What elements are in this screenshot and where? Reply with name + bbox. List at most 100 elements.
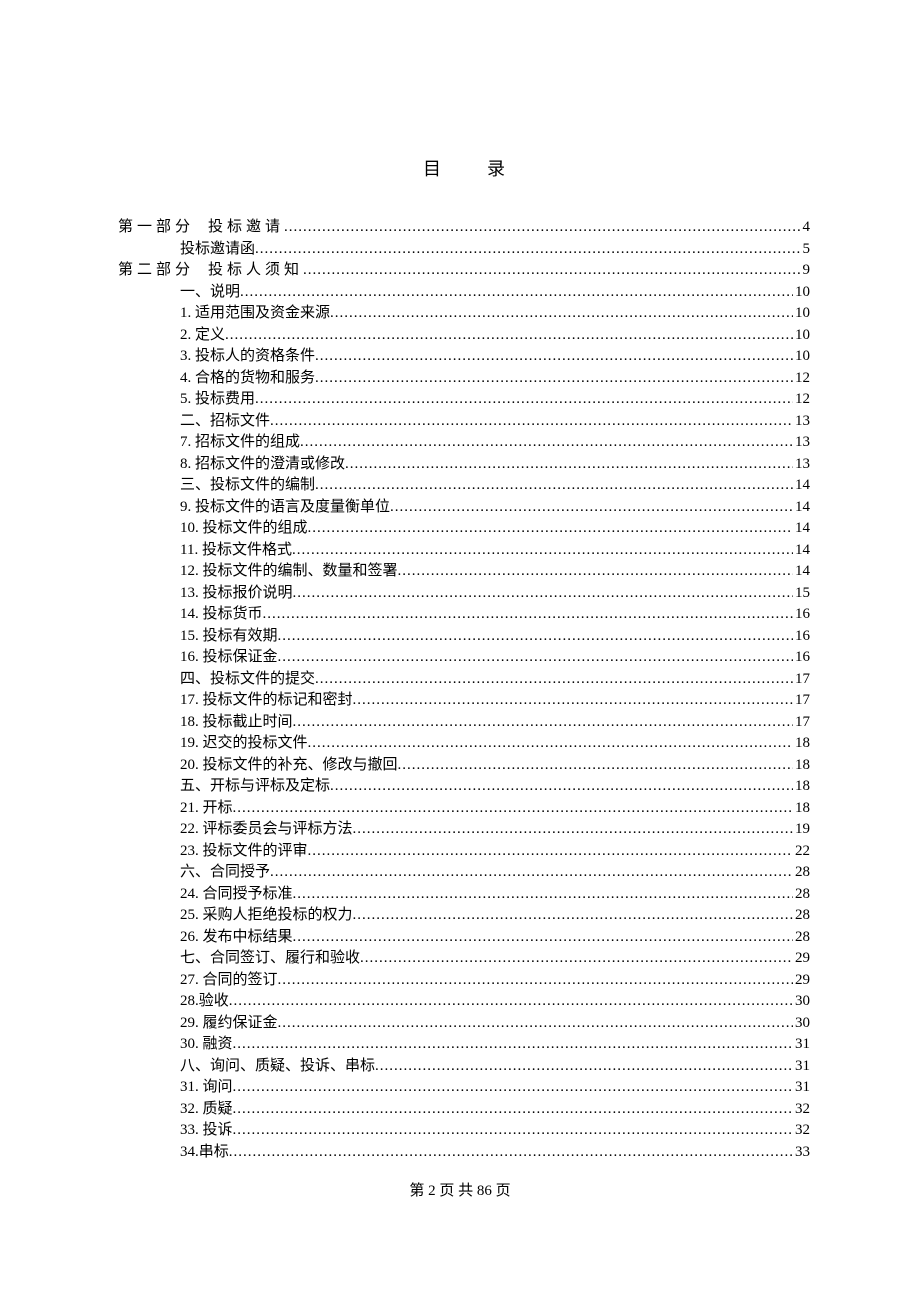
toc-entry-label: 1. 适用范围及资金来源 — [180, 303, 330, 325]
toc-entry-page: 18 — [793, 733, 810, 755]
toc-entry-label: 14. 投标货币 — [180, 604, 263, 626]
toc-entry: 20. 投标文件的补充、修改与撤回18 — [118, 755, 810, 777]
toc-entry-leader — [292, 540, 793, 562]
toc-entry-leader — [315, 346, 793, 368]
toc-entry-leader — [233, 1034, 793, 1056]
toc-entry-page: 17 — [793, 669, 810, 691]
toc-entry-leader — [255, 239, 800, 261]
toc-entry-leader — [229, 991, 793, 1013]
toc-entry-page: 12 — [793, 389, 810, 411]
toc-entry-page: 14 — [793, 540, 810, 562]
toc-entry-page: 32 — [793, 1120, 810, 1142]
toc-entry-label: 9. 投标文件的语言及度量衡单位 — [180, 497, 390, 519]
toc-entry: 21. 开标18 — [118, 798, 810, 820]
toc-entry-page: 9 — [801, 260, 811, 282]
toc-entry-page: 18 — [793, 776, 810, 798]
toc-entry-label: 30. 融资 — [180, 1034, 233, 1056]
toc-entry-page: 16 — [793, 604, 810, 626]
toc-entry-label: 29. 履约保证金 — [180, 1013, 278, 1035]
toc-entry-leader — [353, 905, 793, 927]
toc-entry-leader — [300, 432, 793, 454]
toc-entry-label: 20. 投标文件的补充、修改与撤回 — [180, 755, 398, 777]
toc-entry-leader — [308, 733, 793, 755]
toc-entry: 四、投标文件的提交17 — [118, 669, 810, 691]
toc-entry-leader — [315, 475, 793, 497]
toc-entry-leader — [293, 583, 793, 605]
toc-entry-leader — [278, 626, 793, 648]
toc-entry-label: 7. 招标文件的组成 — [180, 432, 300, 454]
toc-entry-label: 32. 质疑 — [180, 1099, 233, 1121]
toc-entry: 一、说明10 — [118, 282, 810, 304]
toc-entry-label: 22. 评标委员会与评标方法 — [180, 819, 353, 841]
toc-entry-leader — [303, 260, 800, 282]
toc-entry-label: 23. 投标文件的评审 — [180, 841, 308, 863]
toc-entry: 1. 适用范围及资金来源10 — [118, 303, 810, 325]
toc-entry: 19. 迟交的投标文件18 — [118, 733, 810, 755]
toc-entry-page: 5 — [801, 239, 811, 261]
toc-entry-leader — [308, 841, 793, 863]
toc-entry-label: 8. 招标文件的澄清或修改 — [180, 454, 345, 476]
toc-entry-leader — [233, 1099, 793, 1121]
page-footer: 第 2 页 共 86 页 — [0, 1179, 920, 1200]
toc-entry-page: 13 — [793, 454, 810, 476]
toc-entry-leader — [270, 411, 793, 433]
toc-entry: 22. 评标委员会与评标方法19 — [118, 819, 810, 841]
toc-entry-leader — [293, 712, 793, 734]
toc-entry: 30. 融资 31 — [118, 1034, 810, 1056]
toc-entry: 三、投标文件的编制14 — [118, 475, 810, 497]
toc-entry-leader — [360, 948, 793, 970]
toc-entry: 27. 合同的签订 29 — [118, 970, 810, 992]
toc-entry: 七、合同签订、履行和验收29 — [118, 948, 810, 970]
toc-entry: 23. 投标文件的评审22 — [118, 841, 810, 863]
toc-entry-page: 29 — [793, 970, 810, 992]
toc-entry: 五、开标与评标及定标18 — [118, 776, 810, 798]
toc-entry: 15. 投标有效期 16 — [118, 626, 810, 648]
toc-entry-label: 15. 投标有效期 — [180, 626, 278, 648]
toc-entry: 33. 投诉32 — [118, 1120, 810, 1142]
toc-entry: 第二部分投标人须知 9 — [118, 260, 810, 282]
toc-entry-label: 16. 投标保证金 — [180, 647, 278, 669]
toc-entry-label: 第一部分投标邀请 — [118, 217, 284, 239]
toc-entry: 12. 投标文件的编制、数量和签署14 — [118, 561, 810, 583]
toc-entry: 9. 投标文件的语言及度量衡单位 14 — [118, 497, 810, 519]
toc-entry-page: 30 — [793, 1013, 810, 1035]
toc-entry: 17. 投标文件的标记和密封17 — [118, 690, 810, 712]
toc-entry: 34.串标33 — [118, 1142, 810, 1164]
toc-entry-page: 28 — [793, 862, 810, 884]
toc-entry-leader — [345, 454, 793, 476]
toc-entry-label: 投标邀请函 — [180, 239, 255, 261]
toc-entry-label: 二、招标文件 — [180, 411, 270, 433]
toc-entry-label: 七、合同签订、履行和验收 — [180, 948, 360, 970]
toc-entry: 29. 履约保证金 30 — [118, 1013, 810, 1035]
toc-entry-page: 14 — [793, 561, 810, 583]
toc-entry-leader — [229, 1142, 793, 1164]
toc-entry-leader — [233, 1077, 793, 1099]
toc-entry-label: 3. 投标人的资格条件 — [180, 346, 315, 368]
toc-entry-page: 33 — [793, 1142, 810, 1164]
toc-entry-page: 17 — [793, 690, 810, 712]
toc-entry-label: 27. 合同的签订 — [180, 970, 278, 992]
toc-entry-label: 一、说明 — [180, 282, 240, 304]
toc-entry: 13. 投标报价说明15 — [118, 583, 810, 605]
toc-entry-leader — [375, 1056, 793, 1078]
toc-entry-page: 31 — [793, 1034, 810, 1056]
toc-entry-leader — [398, 755, 793, 777]
toc-entry: 14. 投标货币 16 — [118, 604, 810, 626]
toc-entry-label: 21. 开标 — [180, 798, 233, 820]
toc-entry-leader — [398, 561, 793, 583]
toc-entry-page: 14 — [793, 518, 810, 540]
toc-entry: 8. 招标文件的澄清或修改 13 — [118, 454, 810, 476]
toc-entry-leader — [353, 690, 793, 712]
toc-entry-leader — [330, 776, 793, 798]
table-of-contents: 第一部分投标邀请 4投标邀请函5第二部分投标人须知 9一、说明101. 适用范围… — [118, 217, 810, 1163]
toc-entry-page: 14 — [793, 497, 810, 519]
toc-entry-page: 28 — [793, 905, 810, 927]
toc-entry-leader — [233, 798, 793, 820]
toc-title: 目录 — [118, 155, 810, 181]
toc-entry: 4. 合格的货物和服务12 — [118, 368, 810, 390]
toc-entry-page: 16 — [793, 626, 810, 648]
toc-entry-label: 18. 投标截止时间 — [180, 712, 293, 734]
toc-entry: 3. 投标人的资格条件10 — [118, 346, 810, 368]
toc-entry-label: 三、投标文件的编制 — [180, 475, 315, 497]
toc-entry-leader — [308, 518, 793, 540]
